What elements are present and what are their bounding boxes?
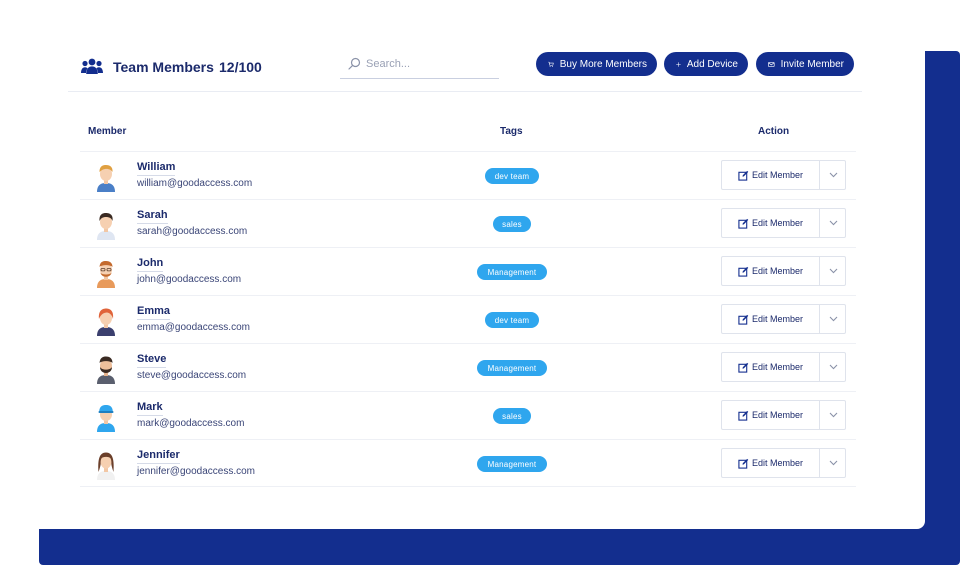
more-actions-dropdown[interactable] [821,305,845,333]
avatar [97,261,115,288]
tag-badge: dev team [485,168,539,184]
action-group: Edit Member [721,160,846,190]
more-actions-dropdown[interactable] [821,161,845,189]
member-email: sarah@goodaccess.com [137,226,248,237]
edit-member-button[interactable]: Edit Member [722,209,820,237]
avatar [97,213,115,240]
edit-member-label: Edit Member [752,218,804,228]
member-name[interactable]: John [137,257,164,272]
chevron-down-icon [829,460,837,466]
edit-member-label: Edit Member [752,458,804,468]
edit-icon [738,218,749,229]
table-row: William william@goodaccess.com dev team … [80,151,856,199]
edit-member-label: Edit Member [752,410,804,420]
more-actions-dropdown[interactable] [821,401,845,429]
table-row: John john@goodaccess.com Management Edit… [80,247,856,295]
edit-member-label: Edit Member [752,170,804,180]
tag-badge: Management [477,264,547,280]
edit-icon [738,314,749,325]
edit-member-label: Edit Member [752,362,804,372]
invite-member-label: Invite Member [780,58,844,70]
edit-member-button[interactable]: Edit Member [722,305,820,333]
table-row: Emma emma@goodaccess.com dev team Edit M… [80,295,856,343]
member-name[interactable]: Steve [137,353,167,368]
member-email: john@goodaccess.com [137,274,242,285]
edit-member-button[interactable]: Edit Member [722,257,820,285]
edit-member-label: Edit Member [752,266,804,276]
member-name[interactable]: William [137,161,176,176]
tag-badge: sales [493,216,531,232]
column-header-member: Member [88,126,127,137]
member-email: william@goodaccess.com [137,178,253,189]
cart-icon [548,61,554,67]
edit-icon [738,458,749,469]
member-email: steve@goodaccess.com [137,370,247,381]
table-row: Sarah sarah@goodaccess.com sales Edit Me… [80,199,856,247]
envelope-icon [768,61,775,67]
edit-member-button[interactable]: Edit Member [722,161,820,189]
page-header: Team Members 12/100 Buy More Members Add… [68,40,862,92]
action-group: Edit Member [721,256,846,286]
edit-member-button[interactable]: Edit Member [722,449,820,477]
tag-badge: Management [477,456,547,472]
edit-icon [738,266,749,277]
column-header-action: Action [758,126,790,137]
chevron-down-icon [829,220,837,226]
avatar [97,165,115,192]
avatar [97,452,115,480]
search-input[interactable] [366,55,494,73]
table-row: Steve steve@goodaccess.com Management Ed… [80,343,856,391]
member-name[interactable]: Mark [137,401,163,416]
team-members-card: Team Members 12/100 Buy More Members Add… [0,0,925,529]
chevron-down-icon [829,412,837,418]
member-email: emma@goodaccess.com [137,322,250,333]
edit-icon [738,170,749,181]
add-device-button[interactable]: Add Device [664,52,748,76]
column-header-tags: Tags [500,126,523,137]
action-group: Edit Member [721,352,846,382]
edit-member-label: Edit Member [752,314,804,324]
chevron-down-icon [829,316,837,322]
buy-more-members-button[interactable]: Buy More Members [536,52,657,76]
page-title: Team Members [113,59,214,75]
member-name[interactable]: Sarah [137,209,168,224]
action-group: Edit Member [721,448,846,478]
action-group: Edit Member [721,304,846,334]
chevron-down-icon [829,268,837,274]
edit-icon [738,410,749,421]
member-name[interactable]: Jennifer [137,449,180,464]
more-actions-dropdown[interactable] [821,353,845,381]
table-row: Mark mark@goodaccess.com sales Edit Memb… [80,391,856,439]
members-table: William william@goodaccess.com dev team … [80,151,856,487]
add-device-label: Add Device [686,58,738,70]
action-group: Edit Member [721,400,846,430]
edit-member-button[interactable]: Edit Member [722,401,820,429]
action-group: Edit Member [721,208,846,238]
edit-icon [738,362,749,373]
more-actions-dropdown[interactable] [821,449,845,477]
member-email: mark@goodaccess.com [137,418,245,429]
avatar [97,308,115,336]
chevron-down-icon [829,172,837,178]
more-actions-dropdown[interactable] [821,209,845,237]
edit-member-button[interactable]: Edit Member [722,353,820,381]
more-actions-dropdown[interactable] [821,257,845,285]
table-row: Jennifer jennifer@goodaccess.com Managem… [80,439,856,487]
search-icon [348,57,361,70]
chevron-down-icon [829,364,837,370]
search-box[interactable] [340,52,499,79]
tag-badge: sales [493,408,531,424]
plus-icon [676,61,681,67]
avatar [97,405,115,432]
invite-member-button[interactable]: Invite Member [756,52,854,76]
member-name[interactable]: Emma [137,305,171,320]
member-count: 12/100 [219,59,262,75]
tag-badge: Management [477,360,547,376]
avatar [97,356,115,384]
team-icon [81,58,103,74]
tag-badge: dev team [485,312,539,328]
buy-more-members-label: Buy More Members [559,58,647,70]
member-email: jennifer@goodaccess.com [137,466,255,477]
